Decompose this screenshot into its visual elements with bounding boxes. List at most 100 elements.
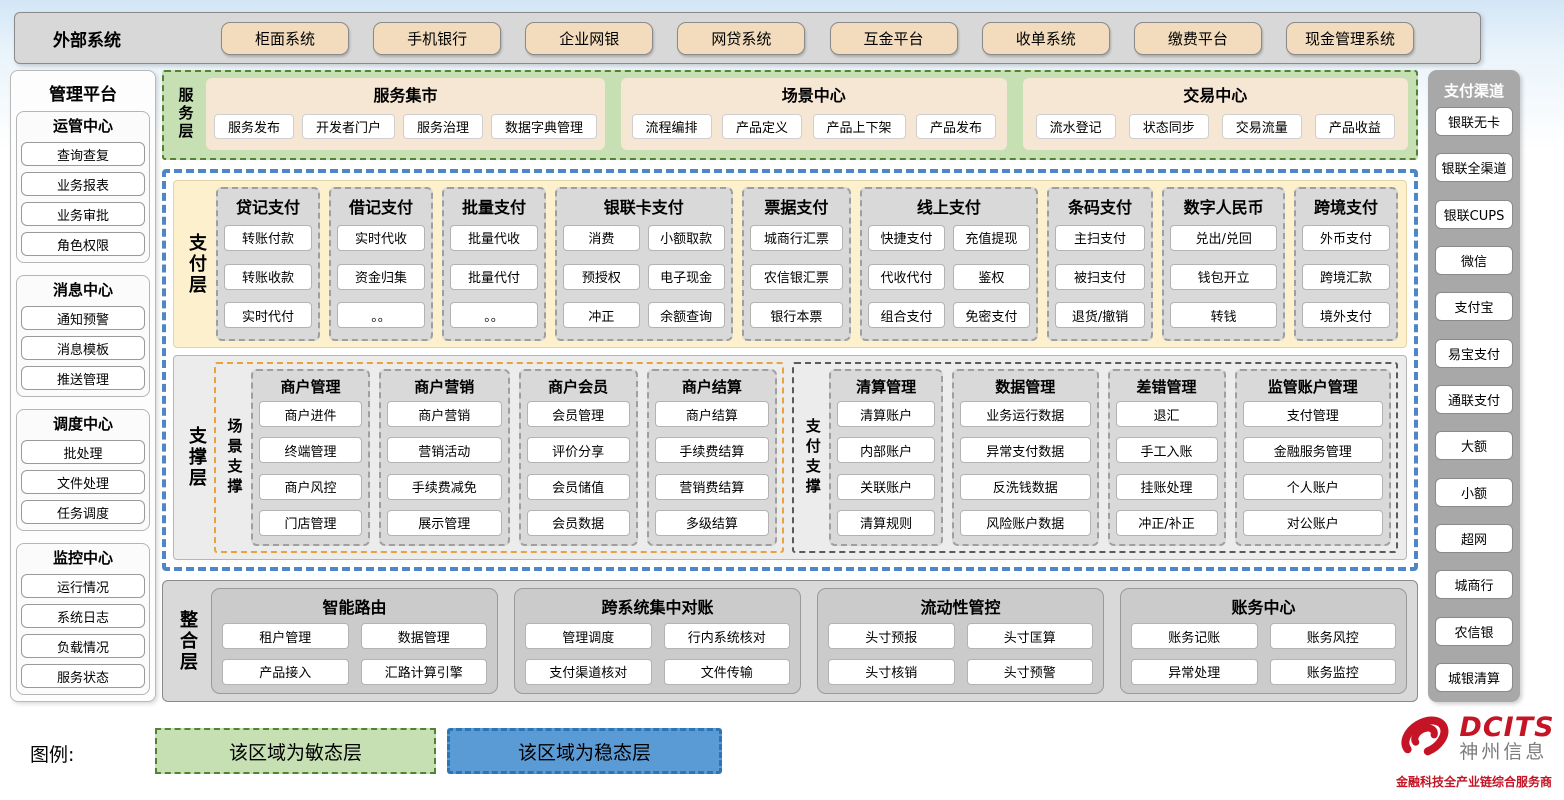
payment-channel-button[interactable]: 银联全渠道 bbox=[1435, 153, 1513, 182]
scene-support-item-button[interactable]: 终端管理 bbox=[259, 437, 362, 463]
integration-item-button[interactable]: 账务风控 bbox=[1270, 623, 1397, 649]
payment-support-item-button[interactable]: 反洗钱数据 bbox=[960, 474, 1090, 500]
external-system-button[interactable]: 企业网银 bbox=[525, 22, 653, 55]
scene-support-item-button[interactable]: 商户风控 bbox=[259, 474, 362, 500]
payment-item-button[interactable]: 冲正 bbox=[563, 302, 640, 328]
scene-support-item-button[interactable]: 会员管理 bbox=[527, 401, 630, 427]
service-item-button[interactable]: 产品收益 bbox=[1315, 114, 1395, 139]
payment-item-button[interactable]: 快捷支付 bbox=[868, 225, 945, 251]
payment-channel-button[interactable]: 银联CUPS bbox=[1435, 200, 1513, 229]
payment-support-item-button[interactable]: 对公账户 bbox=[1243, 510, 1383, 536]
integration-item-button[interactable]: 头寸核销 bbox=[828, 659, 955, 685]
scene-support-item-button[interactable]: 商户营销 bbox=[387, 401, 502, 427]
payment-support-item-button[interactable]: 关联账户 bbox=[837, 474, 935, 500]
payment-item-button[interactable]: 余额查询 bbox=[648, 302, 725, 328]
service-item-button[interactable]: 交易流量 bbox=[1222, 114, 1302, 139]
payment-item-button[interactable]: 农信银汇票 bbox=[750, 264, 844, 290]
management-item-button[interactable]: 系统日志 bbox=[21, 604, 145, 628]
management-item-button[interactable]: 推送管理 bbox=[21, 366, 145, 390]
payment-item-button[interactable]: 充值提现 bbox=[953, 225, 1030, 251]
payment-item-button[interactable]: 免密支付 bbox=[953, 302, 1030, 328]
scene-support-item-button[interactable]: 会员储值 bbox=[527, 474, 630, 500]
payment-channel-button[interactable]: 城银清算 bbox=[1435, 663, 1513, 692]
scene-support-item-button[interactable]: 营销活动 bbox=[387, 437, 502, 463]
external-system-button[interactable]: 缴费平台 bbox=[1134, 22, 1262, 55]
payment-support-item-button[interactable]: 冲正/补正 bbox=[1116, 510, 1218, 536]
integration-item-button[interactable]: 管理调度 bbox=[525, 623, 652, 649]
management-item-button[interactable]: 业务报表 bbox=[21, 172, 145, 196]
service-item-button[interactable]: 开发者门户 bbox=[302, 114, 395, 139]
scene-support-item-button[interactable]: 手续费减免 bbox=[387, 474, 502, 500]
service-item-button[interactable]: 产品定义 bbox=[722, 114, 802, 139]
integration-item-button[interactable]: 汇路计算引擎 bbox=[361, 659, 488, 685]
payment-item-button[interactable]: 电子现金 bbox=[648, 264, 725, 290]
payment-item-button[interactable]: 主扫支付 bbox=[1055, 225, 1146, 251]
payment-support-item-button[interactable]: 风险账户数据 bbox=[960, 510, 1090, 536]
payment-item-button[interactable]: 组合支付 bbox=[868, 302, 945, 328]
scene-support-item-button[interactable]: 营销费结算 bbox=[655, 474, 770, 500]
integration-item-button[interactable]: 支付渠道核对 bbox=[525, 659, 652, 685]
payment-item-button[interactable]: 批量代收 bbox=[450, 225, 538, 251]
scene-support-item-button[interactable]: 评价分享 bbox=[527, 437, 630, 463]
payment-item-button[interactable]: 批量代付 bbox=[450, 264, 538, 290]
payment-item-button[interactable]: 资金归集 bbox=[337, 264, 425, 290]
payment-item-button[interactable]: 被扫支付 bbox=[1055, 264, 1146, 290]
external-system-button[interactable]: 现金管理系统 bbox=[1286, 22, 1414, 55]
integration-item-button[interactable]: 租户管理 bbox=[222, 623, 349, 649]
management-item-button[interactable]: 角色权限 bbox=[21, 232, 145, 256]
payment-channel-button[interactable]: 大额 bbox=[1435, 431, 1513, 460]
integration-item-button[interactable]: 产品接入 bbox=[222, 659, 349, 685]
scene-support-item-button[interactable]: 商户进件 bbox=[259, 401, 362, 427]
scene-support-item-button[interactable]: 会员数据 bbox=[527, 510, 630, 536]
payment-channel-button[interactable]: 支付宝 bbox=[1435, 292, 1513, 321]
integration-item-button[interactable]: 头寸预报 bbox=[828, 623, 955, 649]
scene-support-item-button[interactable]: 商户结算 bbox=[655, 401, 770, 427]
management-item-button[interactable]: 文件处理 bbox=[21, 470, 145, 494]
management-item-button[interactable]: 任务调度 bbox=[21, 500, 145, 524]
payment-item-button[interactable]: 实时代收 bbox=[337, 225, 425, 251]
integration-item-button[interactable]: 头寸预警 bbox=[967, 659, 1094, 685]
payment-item-button[interactable]: 城商行汇票 bbox=[750, 225, 844, 251]
external-system-button[interactable]: 手机银行 bbox=[373, 22, 501, 55]
payment-channel-button[interactable]: 超网 bbox=[1435, 524, 1513, 553]
payment-item-button[interactable]: 转账收款 bbox=[224, 264, 312, 290]
payment-item-button[interactable]: 鉴权 bbox=[953, 264, 1030, 290]
payment-item-button[interactable]: 转账付款 bbox=[224, 225, 312, 251]
integration-item-button[interactable]: 文件传输 bbox=[664, 659, 791, 685]
payment-channel-button[interactable]: 城商行 bbox=[1435, 570, 1513, 599]
payment-item-button[interactable]: 钱包开立 bbox=[1170, 264, 1277, 290]
service-item-button[interactable]: 服务发布 bbox=[214, 114, 294, 139]
payment-item-button[interactable]: 代收代付 bbox=[868, 264, 945, 290]
service-item-button[interactable]: 数据字典管理 bbox=[491, 114, 597, 139]
payment-item-button[interactable]: 银行本票 bbox=[750, 302, 844, 328]
management-item-button[interactable]: 服务状态 bbox=[21, 664, 145, 688]
integration-item-button[interactable]: 行内系统核对 bbox=[664, 623, 791, 649]
payment-support-item-button[interactable]: 金融服务管理 bbox=[1243, 437, 1383, 463]
external-system-button[interactable]: 互金平台 bbox=[830, 22, 958, 55]
payment-support-item-button[interactable]: 异常支付数据 bbox=[960, 437, 1090, 463]
service-item-button[interactable]: 状态同步 bbox=[1129, 114, 1209, 139]
payment-channel-button[interactable]: 易宝支付 bbox=[1435, 339, 1513, 368]
management-item-button[interactable]: 业务审批 bbox=[21, 202, 145, 226]
payment-channel-button[interactable]: 通联支付 bbox=[1435, 385, 1513, 414]
payment-item-button[interactable]: 兑出/兑回 bbox=[1170, 225, 1277, 251]
payment-channel-button[interactable]: 银联无卡 bbox=[1435, 107, 1513, 136]
service-item-button[interactable]: 产品上下架 bbox=[813, 114, 906, 139]
integration-item-button[interactable]: 异常处理 bbox=[1131, 659, 1258, 685]
integration-item-button[interactable]: 头寸匡算 bbox=[967, 623, 1094, 649]
payment-item-button[interactable]: 外币支付 bbox=[1302, 225, 1390, 251]
payment-item-button[interactable]: 境外支付 bbox=[1302, 302, 1390, 328]
integration-item-button[interactable]: 账务监控 bbox=[1270, 659, 1397, 685]
payment-item-button[interactable]: 小额取款 bbox=[648, 225, 725, 251]
payment-channel-button[interactable]: 农信银 bbox=[1435, 617, 1513, 646]
payment-item-button[interactable]: 退货/撤销 bbox=[1055, 302, 1146, 328]
payment-item-button[interactable]: 。。 bbox=[450, 302, 538, 328]
payment-support-item-button[interactable]: 手工入账 bbox=[1116, 437, 1218, 463]
payment-item-button[interactable]: 实时代付 bbox=[224, 302, 312, 328]
management-item-button[interactable]: 查询查复 bbox=[21, 142, 145, 166]
scene-support-item-button[interactable]: 展示管理 bbox=[387, 510, 502, 536]
payment-item-button[interactable]: 预授权 bbox=[563, 264, 640, 290]
payment-support-item-button[interactable]: 支付管理 bbox=[1243, 401, 1383, 427]
payment-support-item-button[interactable]: 业务运行数据 bbox=[960, 401, 1090, 427]
payment-support-item-button[interactable]: 清算账户 bbox=[837, 401, 935, 427]
